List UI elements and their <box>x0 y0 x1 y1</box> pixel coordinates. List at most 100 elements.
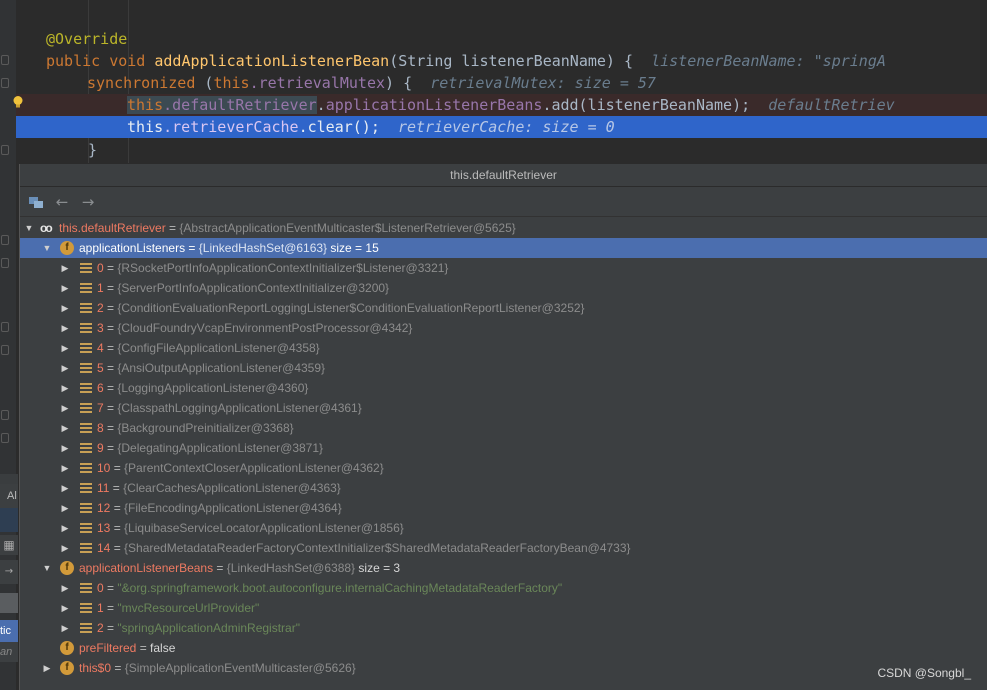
item-index: 8 <box>97 421 104 435</box>
item-index: 3 <box>97 321 104 335</box>
list-element-icon <box>80 323 92 333</box>
tree-node-item[interactable]: ▶ 10 = {ParentContextCloserApplicationLis… <box>20 458 987 478</box>
expand-arrow-icon[interactable]: ▶ <box>60 258 70 278</box>
item-value: "mvcResourceUrlProvider" <box>117 601 260 615</box>
tree-node-this0[interactable]: ▶ f this$0 = {SimpleApplicationEventMult… <box>20 658 987 678</box>
frame-item[interactable] <box>0 593 18 613</box>
expand-arrow-icon[interactable]: ▶ <box>60 478 70 498</box>
tree-node-item[interactable]: ▶ 2 = {ConditionEvaluationReportLoggingLi… <box>20 298 987 318</box>
expand-arrow-icon[interactable]: ▶ <box>60 418 70 438</box>
expand-arrow-icon[interactable]: ▶ <box>60 578 70 598</box>
tree-node-item[interactable]: ▶ 7 = {ClasspathLoggingApplicationListene… <box>20 398 987 418</box>
expand-arrow-icon[interactable]: ▶ <box>60 618 70 638</box>
tree-node-item[interactable]: ▶ 12 = {FileEncodingApplicationListener@4… <box>20 498 987 518</box>
tree-node-item[interactable]: ▶ 0 = {RSocketPortInfoApplicationContextI… <box>20 258 987 278</box>
tree-node-item[interactable]: ▶ 4 = {ConfigFileApplicationListener@4358… <box>20 338 987 358</box>
evaluate-popup[interactable]: this.defaultRetriever ← → ▼ oo this.defa… <box>19 164 987 690</box>
lightbulb-icon[interactable] <box>11 95 25 109</box>
field-icon: f <box>60 241 74 255</box>
item-index: 1 <box>97 601 104 615</box>
tree-node-application-listeners[interactable]: ▼ f applicationListeners = {LinkedHashSe… <box>20 238 987 258</box>
item-value: {ConfigFileApplicationListener@4358} <box>117 341 320 355</box>
expand-arrow-icon[interactable]: ▶ <box>60 458 70 478</box>
watermark: CSDN @Songbl_ <box>877 666 971 680</box>
tree-node-item[interactable]: ▶ 2 = "springApplicationAdminRegistrar" <box>20 618 987 638</box>
tree-node-item[interactable]: ▶ 11 = {ClearCachesApplicationListener@43… <box>20 478 987 498</box>
fold-marker-icon[interactable] <box>1 55 9 65</box>
field-name: .retrieverCache <box>163 118 299 136</box>
forward-arrow-icon[interactable]: → <box>80 194 96 210</box>
expand-arrow-icon[interactable]: ▶ <box>60 498 70 518</box>
expand-arrow-icon[interactable]: ▶ <box>60 398 70 418</box>
item-index: 7 <box>97 401 104 415</box>
list-element-icon <box>80 263 92 273</box>
node-name: this$0 <box>79 661 112 675</box>
fold-marker-icon[interactable] <box>1 258 9 268</box>
table-icon[interactable]: ▦ <box>0 535 18 555</box>
code-line-2[interactable]: public void addApplicationListenerBean(S… <box>0 50 987 72</box>
expand-arrow-icon[interactable]: ▶ <box>60 598 70 618</box>
list-element-icon <box>80 443 92 453</box>
expand-arrow-icon[interactable]: ▶ <box>60 358 70 378</box>
frame-item-selected[interactable]: tic <box>0 620 18 642</box>
tool-window-tab[interactable]: Al <box>0 484 18 508</box>
item-value: {SharedMetadataReaderFactoryContextIniti… <box>124 541 631 555</box>
node-value: {SimpleApplicationEventMulticaster@5626} <box>124 661 356 675</box>
code-editor[interactable]: @Override public void addApplicationList… <box>0 0 987 163</box>
tree-node-item[interactable]: ▶ 14 = {SharedMetadataReaderFactoryContex… <box>20 538 987 558</box>
tree-node-item[interactable]: ▶ 13 = {LiquibaseServiceLocatorApplicatio… <box>20 518 987 538</box>
tree-node-item[interactable]: ▶ 0 = "&org.springframework.boot.autoconf… <box>20 578 987 598</box>
item-index: 12 <box>97 501 111 515</box>
fold-marker-icon[interactable] <box>1 345 9 355</box>
code-line-3[interactable]: synchronized (this.retrievalMutex) { ret… <box>0 72 987 94</box>
field-name: .retrievalMutex <box>249 74 386 92</box>
list-element-icon <box>80 523 92 533</box>
expand-arrow-icon[interactable]: ▶ <box>60 278 70 298</box>
collapse-arrow-icon[interactable]: ▼ <box>42 558 52 578</box>
tree-node-root[interactable]: ▼ oo this.defaultRetriever = {AbstractAp… <box>20 218 987 238</box>
item-value: {RSocketPortInfoApplicationContextInitia… <box>117 261 449 275</box>
method-name: addApplicationListenerBean <box>154 52 390 70</box>
tree-view-icon[interactable] <box>28 194 44 210</box>
frame-item[interactable]: an <box>0 642 18 662</box>
expand-arrow-icon[interactable]: ▶ <box>60 298 70 318</box>
field-icon: f <box>60 641 74 655</box>
fold-marker-icon[interactable] <box>1 78 9 88</box>
item-index: 6 <box>97 381 104 395</box>
popup-toolbar: ← → <box>20 187 987 217</box>
expand-arrow-icon[interactable]: ▶ <box>60 338 70 358</box>
expand-arrow-icon[interactable]: ▶ <box>42 658 52 678</box>
item-value: {BackgroundPreinitializer@3368} <box>117 421 294 435</box>
expand-arrow-icon[interactable]: ▶ <box>60 318 70 338</box>
node-value: false <box>150 641 176 655</box>
fold-marker-icon[interactable] <box>1 145 9 155</box>
fold-marker-icon[interactable] <box>1 322 9 332</box>
expand-arrow-icon[interactable]: ▶ <box>60 438 70 458</box>
collapse-arrow-icon[interactable]: ▼ <box>24 218 34 238</box>
code-line-6[interactable]: } <box>0 139 987 161</box>
expand-arrow-icon[interactable]: ▶ <box>60 518 70 538</box>
expand-arrow-icon[interactable]: ▶ <box>60 538 70 558</box>
tree-node-application-listener-beans[interactable]: ▼ f applicationListenerBeans = {LinkedHa… <box>20 558 987 578</box>
step-icon[interactable]: → <box>0 560 18 584</box>
tree-node-item[interactable]: ▶ 8 = {BackgroundPreinitializer@3368} <box>20 418 987 438</box>
item-index: 1 <box>97 281 104 295</box>
code-line-4[interactable]: this.defaultRetriever.applicationListene… <box>0 94 987 116</box>
fold-marker-icon[interactable] <box>1 235 9 245</box>
fold-marker-icon[interactable] <box>1 433 9 443</box>
expand-arrow-icon[interactable]: ▶ <box>60 378 70 398</box>
code-line-5-current[interactable]: this.retrieverCache.clear(); retrieverCa… <box>0 116 987 138</box>
tree-node-pre-filtered[interactable]: f preFiltered = false <box>20 638 987 658</box>
tree-node-item[interactable]: ▶ 9 = {DelegatingApplicationListener@3871… <box>20 438 987 458</box>
tree-node-item[interactable]: ▶ 1 = {ServerPortInfoApplicationContextIn… <box>20 278 987 298</box>
tree-node-item[interactable]: ▶ 5 = {AnsiOutputApplicationListener@4359… <box>20 358 987 378</box>
tree-node-item[interactable]: ▶ 3 = {CloudFoundryVcapEnvironmentPostPro… <box>20 318 987 338</box>
inline-debug-hint: retrieverCache: size = 0 <box>397 118 615 136</box>
tree-node-item[interactable]: ▶ 6 = {LoggingApplicationListener@4360} <box>20 378 987 398</box>
back-arrow-icon[interactable]: ← <box>54 194 70 210</box>
collapse-arrow-icon[interactable]: ▼ <box>42 238 52 258</box>
tree-node-item[interactable]: ▶ 1 = "mvcResourceUrlProvider" <box>20 598 987 618</box>
fold-marker-icon[interactable] <box>1 410 9 420</box>
code-line-1[interactable]: @Override <box>0 28 987 50</box>
list-element-icon <box>80 403 92 413</box>
